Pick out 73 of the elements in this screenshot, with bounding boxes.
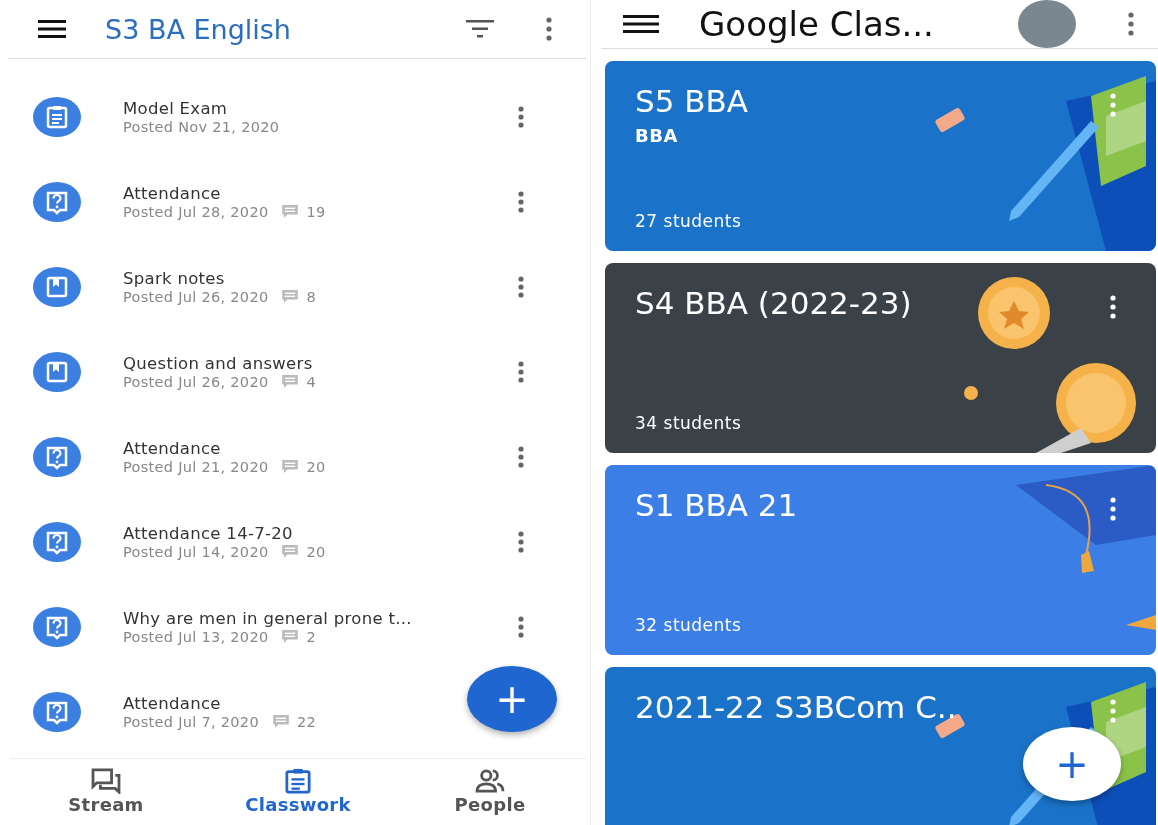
question-icon	[33, 606, 81, 647]
more-options-icon[interactable]	[1128, 12, 1134, 36]
comment-icon	[282, 545, 299, 558]
nav-tab[interactable]: People	[394, 759, 586, 823]
question-icon	[33, 181, 81, 222]
item-title[interactable]: Attendance	[123, 183, 221, 203]
comment-count: 8	[306, 288, 316, 305]
comment-count: 19	[306, 203, 326, 220]
comment-icon	[282, 375, 299, 388]
student-count: 34 students	[635, 413, 742, 433]
posted-date: Posted Jul 7, 2020	[123, 713, 259, 730]
class-card[interactable]: S4 BBA (2022-23) 34 students	[605, 263, 1156, 453]
class-card[interactable]: S1 BBA 21 32 students	[605, 465, 1156, 655]
more-options-icon[interactable]	[546, 17, 552, 41]
comment-icon	[282, 205, 299, 218]
posted-date: Posted Jul 28, 2020	[123, 203, 269, 220]
comment-icon	[282, 460, 299, 473]
more-options-icon[interactable]	[518, 530, 524, 553]
bookmark-icon	[33, 351, 81, 392]
clipboard-icon	[282, 767, 314, 794]
class-section: BBA	[635, 125, 678, 146]
nav-tab[interactable]: Stream	[10, 759, 202, 823]
item-title[interactable]: Attendance 14-7-20	[123, 523, 293, 543]
question-icon	[33, 436, 81, 477]
more-options-icon[interactable]	[1110, 497, 1116, 521]
comment-count: 4	[306, 373, 316, 390]
student-count: 27 students	[635, 211, 742, 231]
class-card[interactable]: S5 BBA BBA 27 students	[605, 61, 1156, 251]
class-name: S4 BBA (2022-23)	[635, 285, 912, 321]
item-title[interactable]: Attendance	[123, 693, 221, 713]
more-options-icon[interactable]	[518, 615, 524, 638]
more-options-icon[interactable]	[1110, 295, 1116, 319]
class-name: 2021-22 S3BCom C..	[635, 689, 957, 725]
people-icon	[474, 767, 506, 794]
posted-date: Posted Jul 21, 2020	[123, 458, 269, 475]
nav-tab[interactable]: Classwork	[202, 759, 394, 823]
posted-date: Posted Jul 26, 2020	[123, 373, 269, 390]
comment-icon	[272, 715, 289, 728]
item-title[interactable]: Attendance	[123, 438, 221, 458]
item-title[interactable]: Why are men in general prone t...	[123, 608, 412, 628]
comment-count: 2	[306, 628, 316, 645]
posted-date: Posted Jul 26, 2020	[123, 288, 269, 305]
more-options-icon[interactable]	[518, 275, 524, 298]
class-name: S5 BBA	[635, 83, 748, 119]
more-options-icon[interactable]	[518, 105, 524, 128]
menu-icon[interactable]	[623, 15, 659, 33]
comment-icon	[282, 630, 299, 643]
assignment-icon	[33, 96, 81, 137]
more-options-icon[interactable]	[518, 360, 524, 383]
bookmark-icon	[33, 266, 81, 307]
comment-count: 20	[306, 543, 326, 560]
question-icon	[33, 691, 81, 732]
question-icon	[33, 521, 81, 562]
item-title[interactable]: Spark notes	[123, 268, 225, 288]
filter-icon[interactable]	[466, 20, 494, 38]
more-options-icon[interactable]	[518, 445, 524, 468]
class-title: S3 BA English	[105, 13, 292, 45]
add-button[interactable]: +	[467, 666, 557, 732]
more-options-icon[interactable]	[518, 190, 524, 213]
app-title: Google Clas...	[699, 4, 935, 44]
chat-icon	[90, 767, 122, 794]
item-title[interactable]: Model Exam	[123, 98, 228, 118]
comment-count: 22	[296, 713, 316, 730]
posted-date: Posted Nov 21, 2020	[123, 118, 280, 135]
class-name: S1 BBA 21	[635, 487, 798, 523]
item-title[interactable]: Question and answers	[123, 353, 313, 373]
student-count: 32 students	[635, 615, 742, 635]
menu-icon[interactable]	[38, 20, 66, 38]
comment-icon	[282, 290, 299, 303]
avatar[interactable]	[1018, 0, 1076, 48]
posted-date: Posted Jul 14, 2020	[123, 543, 269, 560]
posted-date: Posted Jul 13, 2020	[123, 628, 269, 645]
comment-count: 20	[306, 458, 326, 475]
